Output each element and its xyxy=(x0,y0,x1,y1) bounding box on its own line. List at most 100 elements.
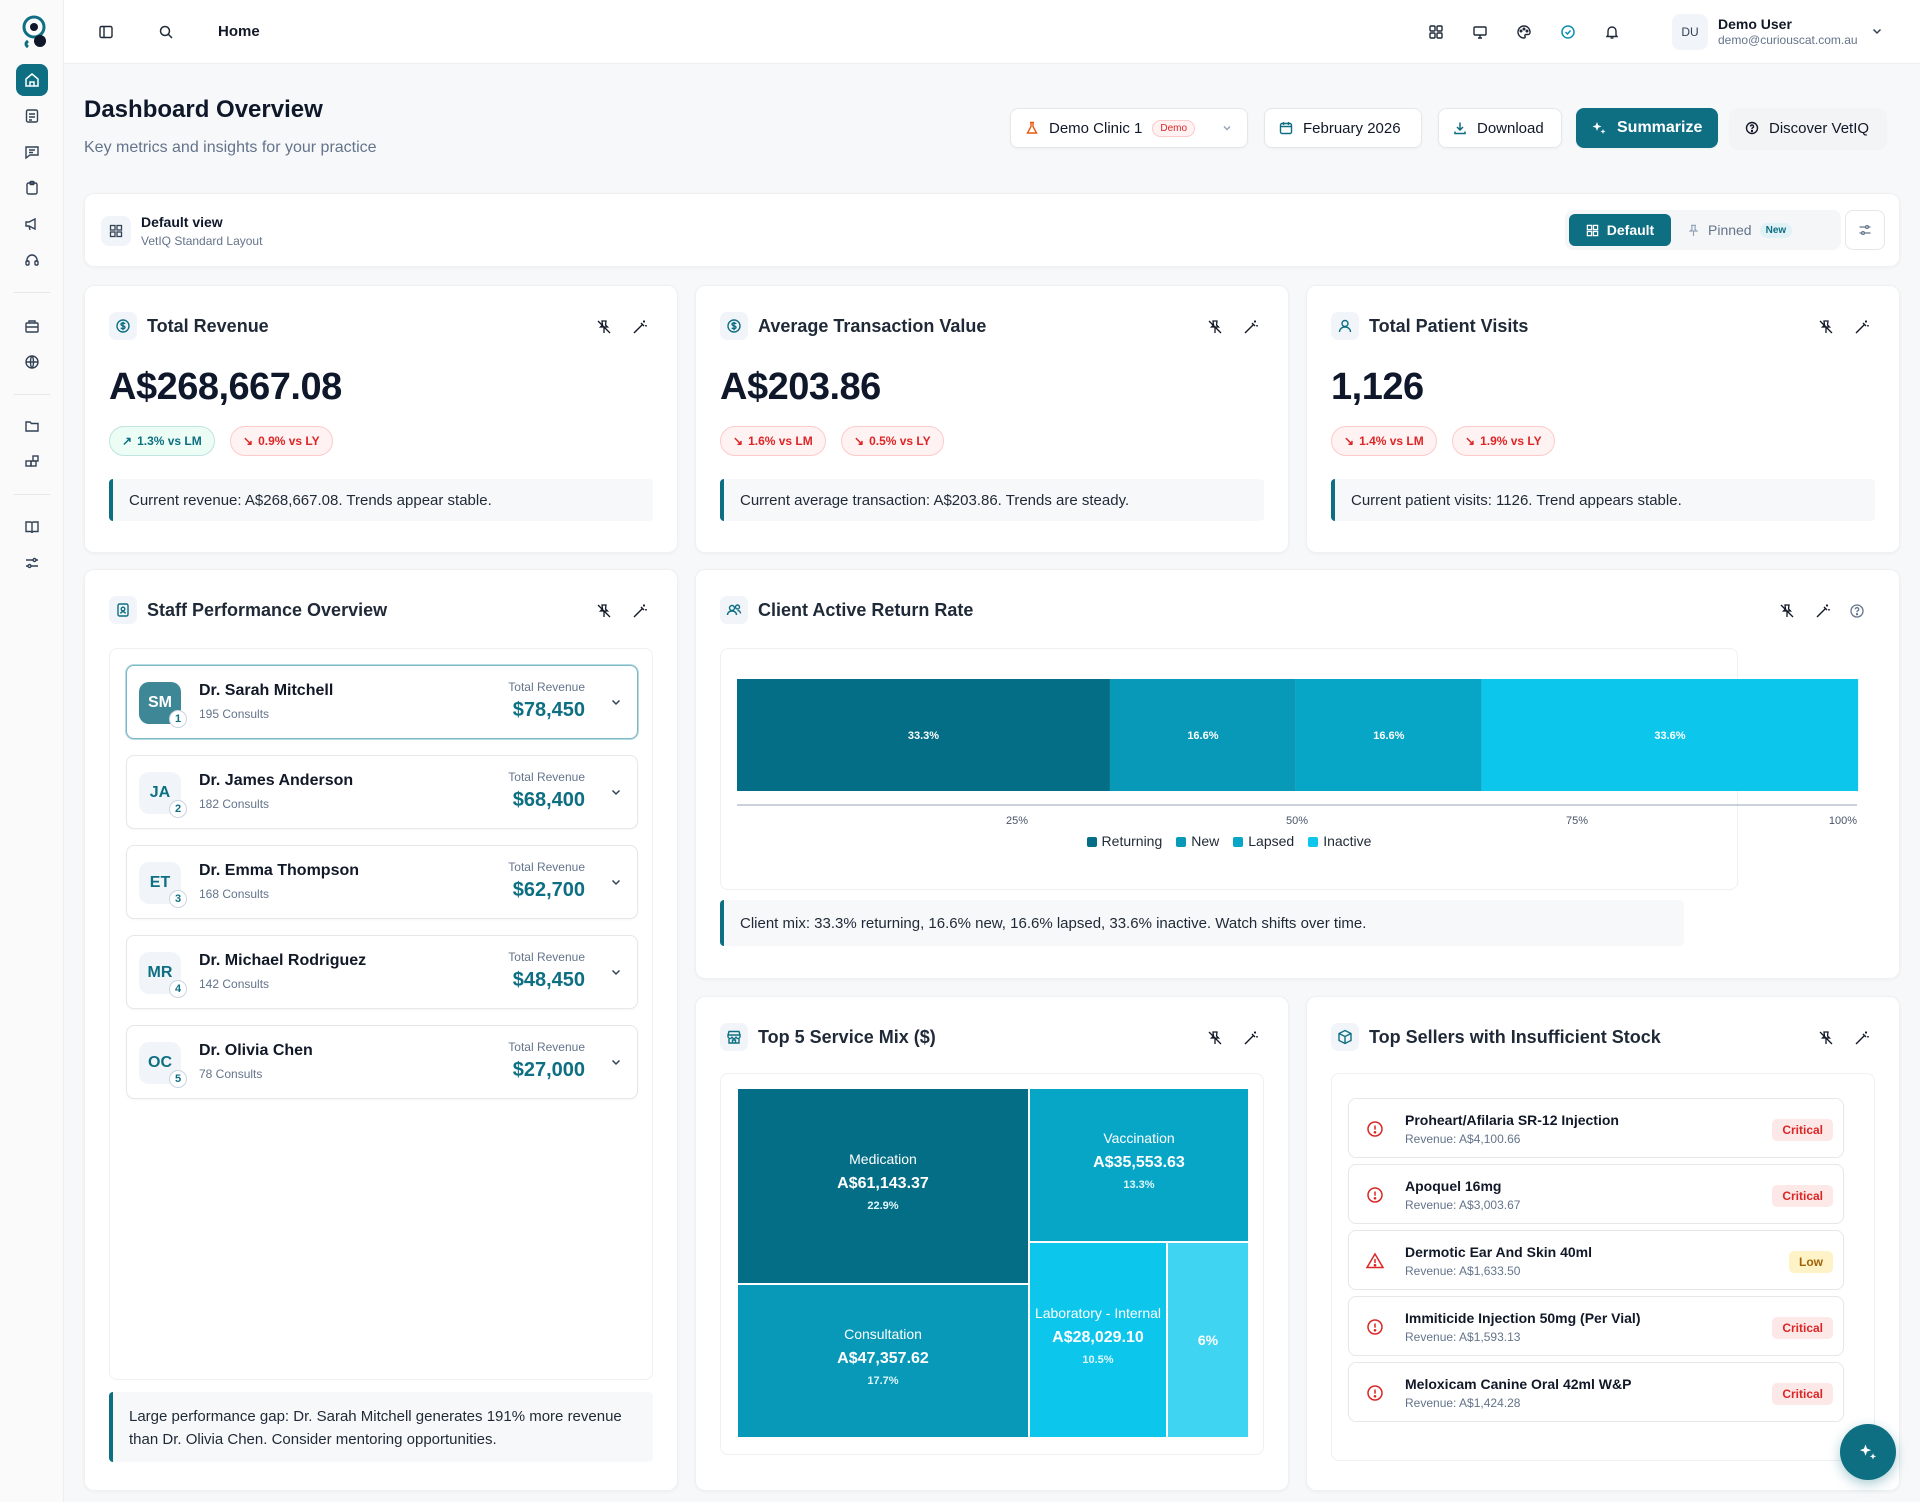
view-subtitle: VetIQ Standard Layout xyxy=(141,234,263,248)
staff-row[interactable]: JA 2 Dr. James Anderson 182 Consults Tot… xyxy=(126,755,638,829)
nav-megaphone-icon[interactable] xyxy=(16,208,48,240)
alert-circle-icon xyxy=(1365,1383,1385,1403)
tile-name: Consultation xyxy=(844,1326,922,1342)
discover-button[interactable]: Discover VetIQ xyxy=(1730,108,1886,148)
magic-wand-icon[interactable] xyxy=(629,316,651,338)
staff-row[interactable]: OC 5 Dr. Olivia Chen 78 Consults Total R… xyxy=(126,1025,638,1099)
trend-down-icon: ↘ xyxy=(1465,434,1476,448)
list-item[interactable]: Meloxicam Canine Oral 42ml W&P Revenue: … xyxy=(1348,1362,1844,1422)
trend-pill-lm: ↘ 1.4% vs LM xyxy=(1331,426,1437,456)
staff-row[interactable]: ET 3 Dr. Emma Thompson 168 Consults Tota… xyxy=(126,845,638,919)
breadcrumb[interactable]: Home xyxy=(218,23,260,40)
unpin-icon[interactable] xyxy=(593,600,615,622)
sliders-icon xyxy=(1858,223,1872,237)
chevron-down-icon[interactable] xyxy=(609,875,623,889)
avatar: DU xyxy=(1672,14,1708,50)
package-icon xyxy=(1331,1023,1359,1051)
sparkles-icon xyxy=(1591,120,1607,136)
magic-wand-icon[interactable] xyxy=(1240,1027,1262,1049)
clinic-name: Demo Clinic 1 xyxy=(1049,119,1143,137)
status-badge: Low xyxy=(1789,1251,1833,1273)
sidebar-divider xyxy=(14,292,50,293)
legend-item-new[interactable]: New xyxy=(1176,833,1219,849)
insight-box: Current patient visits: 1126. Trend appe… xyxy=(1331,479,1875,521)
trend-pill-ly: ↘ 1.9% vs LY xyxy=(1452,426,1555,456)
pin-icon xyxy=(1687,224,1700,237)
nav-home-icon[interactable] xyxy=(16,64,48,96)
nav-headset-icon[interactable] xyxy=(16,244,48,276)
metric-value: 1,126 xyxy=(1331,366,1424,408)
list-item[interactable]: Proheart/Afilaria SR-12 Injection Revenu… xyxy=(1348,1098,1844,1158)
kpi-card-average-transaction: Average Transaction Value A$203.86 ↘ 1.6%… xyxy=(695,285,1289,553)
magic-wand-icon[interactable] xyxy=(629,600,651,622)
chevron-down-icon[interactable] xyxy=(609,785,623,799)
unpin-icon[interactable] xyxy=(1204,316,1226,338)
unpin-icon[interactable] xyxy=(593,316,615,338)
clinic-select[interactable]: Demo Clinic 1 Demo xyxy=(1010,108,1248,148)
list-item[interactable]: Apoquel 16mg Revenue: A$3,003.67 Critica… xyxy=(1348,1164,1844,1224)
treemap-frame: Medication A$61,143.37 22.9% Vaccination A$3… xyxy=(720,1073,1264,1455)
view-title: Default view xyxy=(141,214,223,230)
trend-pill-lm: ↘ 1.6% vs LM xyxy=(720,426,826,456)
unpin-icon[interactable] xyxy=(1204,1027,1226,1049)
download-button[interactable]: Download xyxy=(1438,108,1562,148)
legend-item-inactive[interactable]: Inactive xyxy=(1308,833,1371,849)
layout-settings-button[interactable] xyxy=(1845,210,1885,250)
nav-apps-icon[interactable] xyxy=(16,446,48,478)
dollar-icon xyxy=(109,312,137,340)
insight-box: Current revenue: A$268,667.08. Trends ap… xyxy=(109,479,653,521)
unpin-icon[interactable] xyxy=(1815,316,1837,338)
nav-folder-icon[interactable] xyxy=(16,410,48,442)
trend-pill-lm: ↗ 1.3% vs LM xyxy=(109,426,215,456)
palette-icon[interactable] xyxy=(1512,20,1536,44)
product-revenue: Revenue: A$1,633.50 xyxy=(1405,1264,1521,1278)
nav-clipboard-icon[interactable] xyxy=(16,172,48,204)
unpin-icon[interactable] xyxy=(1815,1027,1837,1049)
nav-messages-icon[interactable] xyxy=(16,136,48,168)
period-label: February 2026 xyxy=(1303,119,1401,137)
user-menu[interactable]: DU Demo User demo@curiouscat.com.au xyxy=(1672,10,1892,54)
unpin-icon[interactable] xyxy=(1776,600,1798,622)
staff-name: Dr. Emma Thompson xyxy=(199,862,360,879)
nav-inventory-icon[interactable] xyxy=(16,310,48,342)
staff-row[interactable]: SM 1 Dr. Sarah Mitchell 195 Consults Tot… xyxy=(126,665,638,739)
nav-settings-sliders-icon[interactable] xyxy=(16,547,48,579)
staff-consults: 182 Consults xyxy=(199,797,270,811)
toggle-sidebar-icon[interactable] xyxy=(94,20,118,44)
product-name: Immiticide Injection 50mg (Per Vial) xyxy=(1405,1310,1641,1326)
tile-name: Vaccination xyxy=(1103,1130,1174,1146)
nav-globe-icon[interactable] xyxy=(16,346,48,378)
monitor-icon[interactable] xyxy=(1468,20,1492,44)
ai-assistant-button[interactable] xyxy=(1840,1424,1896,1480)
staff-row[interactable]: MR 4 Dr. Michael Rodriguez 142 Consults … xyxy=(126,935,638,1009)
search-icon[interactable] xyxy=(154,20,178,44)
bell-icon[interactable] xyxy=(1600,20,1624,44)
help-circle-icon[interactable] xyxy=(1846,600,1868,622)
chevron-down-icon[interactable] xyxy=(609,1055,623,1069)
period-picker[interactable]: February 2026 xyxy=(1264,108,1422,148)
magic-wand-icon[interactable] xyxy=(1851,316,1873,338)
summarize-button[interactable]: Summarize xyxy=(1576,108,1718,148)
magic-wand-icon[interactable] xyxy=(1240,316,1262,338)
tile-percent: 10.5% xyxy=(1082,1354,1113,1366)
tab-default[interactable]: Default xyxy=(1569,214,1671,246)
grid-icon[interactable] xyxy=(1424,20,1448,44)
legend-item-lapsed[interactable]: Lapsed xyxy=(1233,833,1294,849)
nav-book-icon[interactable] xyxy=(16,511,48,543)
magic-wand-icon[interactable] xyxy=(1812,600,1834,622)
list-item[interactable]: Dermotic Ear And Skin 40ml Revenue: A$1,… xyxy=(1348,1230,1844,1290)
chevron-down-icon[interactable] xyxy=(609,965,623,979)
download-label: Download xyxy=(1477,119,1544,137)
chevron-down-icon[interactable] xyxy=(609,695,623,709)
tile-percent: 6% xyxy=(1198,1332,1219,1348)
view-selector-bar: Default view VetIQ Standard Layout Defau… xyxy=(84,193,1900,267)
product-revenue: Revenue: A$1,424.28 xyxy=(1405,1396,1521,1410)
tab-pinned[interactable]: Pinned New xyxy=(1687,214,1793,246)
sparkles-icon xyxy=(1858,1442,1878,1462)
nav-reports-icon[interactable] xyxy=(16,100,48,132)
legend-item-returning[interactable]: Returning xyxy=(1086,833,1162,849)
list-item[interactable]: Immiticide Injection 50mg (Per Vial) Rev… xyxy=(1348,1296,1844,1356)
status-check-icon[interactable] xyxy=(1556,20,1580,44)
magic-wand-icon[interactable] xyxy=(1851,1027,1873,1049)
brand-logo[interactable] xyxy=(18,14,50,50)
